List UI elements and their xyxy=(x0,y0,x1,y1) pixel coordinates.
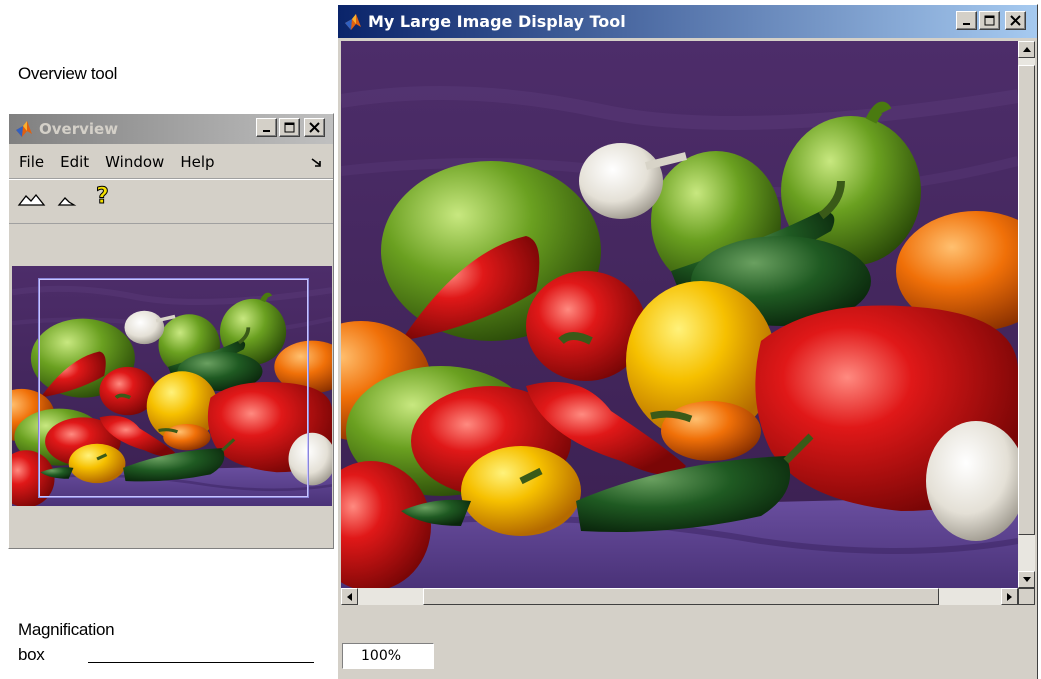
main-titlebar[interactable]: My Large Image Display Tool xyxy=(338,5,1037,38)
arrow-left-icon xyxy=(347,592,352,601)
main-title: My Large Image Display Tool xyxy=(368,12,626,31)
zoom-in-icon[interactable] xyxy=(17,189,47,209)
maximize-button[interactable] xyxy=(279,118,300,137)
minimize-button[interactable] xyxy=(956,11,977,30)
overview-tool-annotation: Overview tool xyxy=(18,64,118,83)
matlab-logo-icon xyxy=(345,13,361,30)
close-icon xyxy=(309,122,320,133)
overview-window: Overview File Edit Window Help ? xyxy=(8,113,334,549)
horizontal-scrollbar[interactable] xyxy=(341,588,1018,605)
close-icon xyxy=(1010,15,1021,26)
maximize-icon xyxy=(984,15,995,26)
scroll-up-button[interactable] xyxy=(1018,41,1035,58)
scroll-corner xyxy=(1018,588,1035,605)
menu-file[interactable]: File xyxy=(19,153,44,171)
svg-text:?: ? xyxy=(96,184,109,207)
close-button[interactable] xyxy=(304,118,325,137)
menu-help[interactable]: Help xyxy=(180,153,214,171)
arrow-right-icon xyxy=(1007,592,1012,601)
menu-edit[interactable]: Edit xyxy=(60,153,89,171)
scroll-right-button[interactable] xyxy=(1001,588,1018,605)
scroll-down-button[interactable] xyxy=(1018,571,1035,588)
magnification-box-annotation-line1: Magnification xyxy=(18,620,115,639)
minimize-button[interactable] xyxy=(256,118,277,137)
viewport-rectangle[interactable] xyxy=(39,279,308,497)
minimize-icon xyxy=(962,22,970,25)
menu-window[interactable]: Window xyxy=(105,153,164,171)
magnification-leader-line xyxy=(88,662,314,663)
arrow-down-icon xyxy=(1022,577,1031,582)
overview-title: Overview xyxy=(39,120,119,138)
overview-toolbar: ? xyxy=(9,178,333,224)
maximize-button[interactable] xyxy=(979,11,1000,30)
main-image[interactable] xyxy=(341,41,1018,588)
vertical-scrollbar[interactable] xyxy=(1018,41,1035,588)
maximize-icon xyxy=(284,122,295,133)
arrow-up-icon xyxy=(1022,47,1031,52)
overview-titlebar[interactable]: Overview xyxy=(9,114,333,144)
main-window: My Large Image Display Tool 100% xyxy=(337,4,1038,679)
zoom-out-icon[interactable] xyxy=(57,189,77,209)
magnification-box[interactable]: 100% xyxy=(342,643,434,669)
overview-menubar: File Edit Window Help xyxy=(9,150,333,174)
minimize-icon xyxy=(262,129,270,132)
scroll-left-button[interactable] xyxy=(341,588,358,605)
magnification-box-annotation-line2: box xyxy=(18,645,45,664)
matlab-logo-icon xyxy=(16,121,32,137)
vertical-scroll-thumb[interactable] xyxy=(1018,65,1035,535)
help-icon[interactable]: ? xyxy=(93,183,113,208)
close-button[interactable] xyxy=(1005,11,1026,30)
dock-arrow-icon[interactable] xyxy=(311,158,323,168)
horizontal-scroll-thumb[interactable] xyxy=(423,588,939,605)
